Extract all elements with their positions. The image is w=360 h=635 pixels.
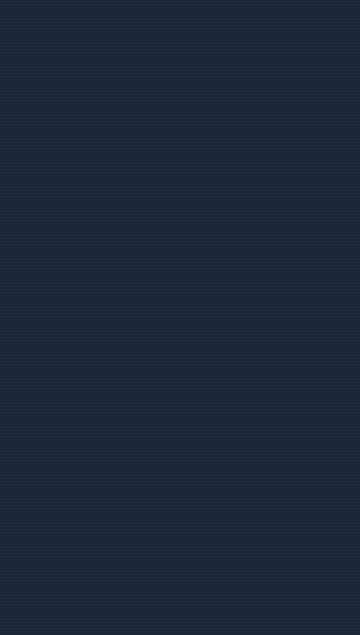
blank-screen — [0, 0, 360, 635]
